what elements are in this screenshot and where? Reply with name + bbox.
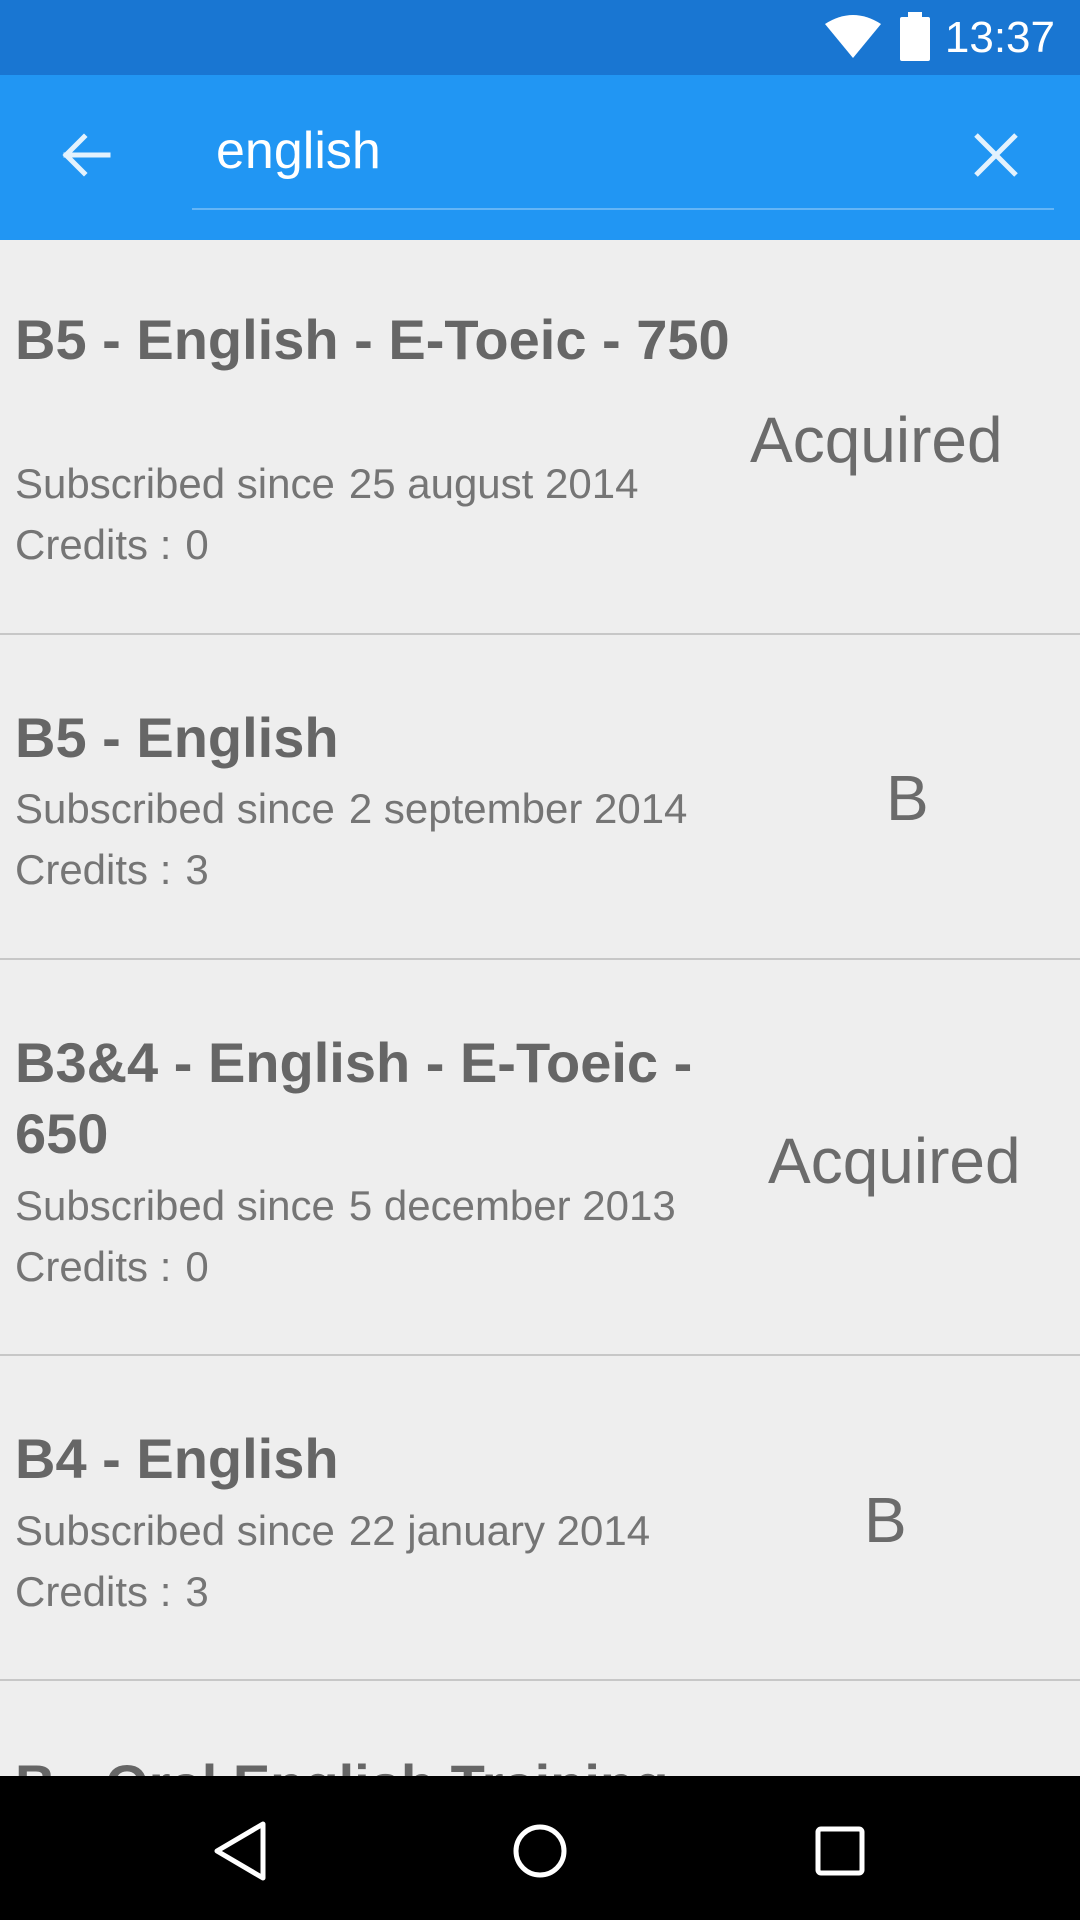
- course-title: B5 - English: [15, 706, 339, 769]
- course-status: B: [864, 1484, 907, 1556]
- subscription-line: Subscribed since 2 september 2014: [15, 784, 687, 834]
- course-status: Acquired: [768, 1125, 1021, 1197]
- course-list-item[interactable]: B5 - English - E-Toeic - 750 Subscribed …: [0, 240, 1080, 635]
- subscription-line: Subscribed since 25 august 2014: [15, 459, 638, 509]
- recents-square-icon[interactable]: [805, 1816, 875, 1886]
- course-list-item[interactable]: B3&4 - English - E-Toeic - 650 Subscribe…: [0, 960, 1080, 1356]
- subscription-line: Subscribed since 5 december 2013: [15, 1181, 676, 1231]
- credits-label: Credits :: [15, 1568, 172, 1615]
- subscribed-label: Subscribed since: [15, 785, 335, 832]
- credits-value: 0: [185, 1243, 209, 1290]
- credits-value: 3: [185, 1568, 209, 1615]
- credits-label: Credits :: [15, 1243, 172, 1290]
- subscription-line: Subscribed since 22 january 2014: [15, 1506, 650, 1556]
- course-title: B3&4 - English - E-Toeic - 650: [15, 1031, 693, 1165]
- subscribed-date: 25 august 2014: [348, 460, 639, 507]
- credits-line: Credits : 0: [15, 520, 209, 570]
- home-circle-icon[interactable]: [505, 1816, 575, 1886]
- credits-label: Credits :: [15, 521, 172, 568]
- back-triangle-icon[interactable]: [205, 1816, 275, 1886]
- subscribed-label: Subscribed since: [15, 1507, 335, 1554]
- subscribed-date: 22 january 2014: [348, 1507, 651, 1554]
- close-icon[interactable]: [968, 127, 1024, 183]
- subscribed-date: 2 september 2014: [348, 785, 688, 832]
- clock-time: 13:37: [944, 13, 1055, 62]
- arrow-left-icon[interactable]: [56, 125, 116, 185]
- credits-line: Credits : 3: [15, 1567, 209, 1617]
- course-title: B5 - English - E-Toeic - 750: [15, 308, 730, 371]
- search-app-bar: [0, 75, 1080, 240]
- course-list: B5 - English - E-Toeic - 750 Subscribed …: [0, 240, 1080, 1776]
- credits-value: 0: [185, 521, 209, 568]
- course-status: Acquired: [750, 404, 1003, 476]
- search-underline: [192, 208, 1054, 210]
- system-nav-bar: [0, 1776, 1080, 1920]
- course-list-item[interactable]: B5 - English Subscribed since 2 september…: [0, 635, 1080, 960]
- status-bar: 13:37: [0, 0, 1080, 75]
- subscribed-label: Subscribed since: [15, 460, 335, 507]
- credits-line: Credits : 3: [15, 845, 209, 895]
- credits-line: Credits : 0: [15, 1242, 209, 1292]
- course-list-item[interactable]: B - Oral English Training: [0, 1681, 1080, 1776]
- credits-label: Credits :: [15, 846, 172, 893]
- course-list-item[interactable]: B4 - English Subscribed since 22 january …: [0, 1356, 1080, 1681]
- course-title: B - Oral English Training: [15, 1749, 735, 1776]
- subscribed-label: Subscribed since: [15, 1182, 335, 1229]
- search-input[interactable]: [192, 115, 1052, 187]
- course-title: B4 - English: [15, 1427, 339, 1490]
- credits-value: 3: [185, 846, 209, 893]
- wifi-icon: [825, 15, 881, 58]
- battery-icon: [900, 12, 930, 61]
- course-status: B: [886, 762, 929, 834]
- subscribed-date: 5 december 2013: [348, 1182, 676, 1229]
